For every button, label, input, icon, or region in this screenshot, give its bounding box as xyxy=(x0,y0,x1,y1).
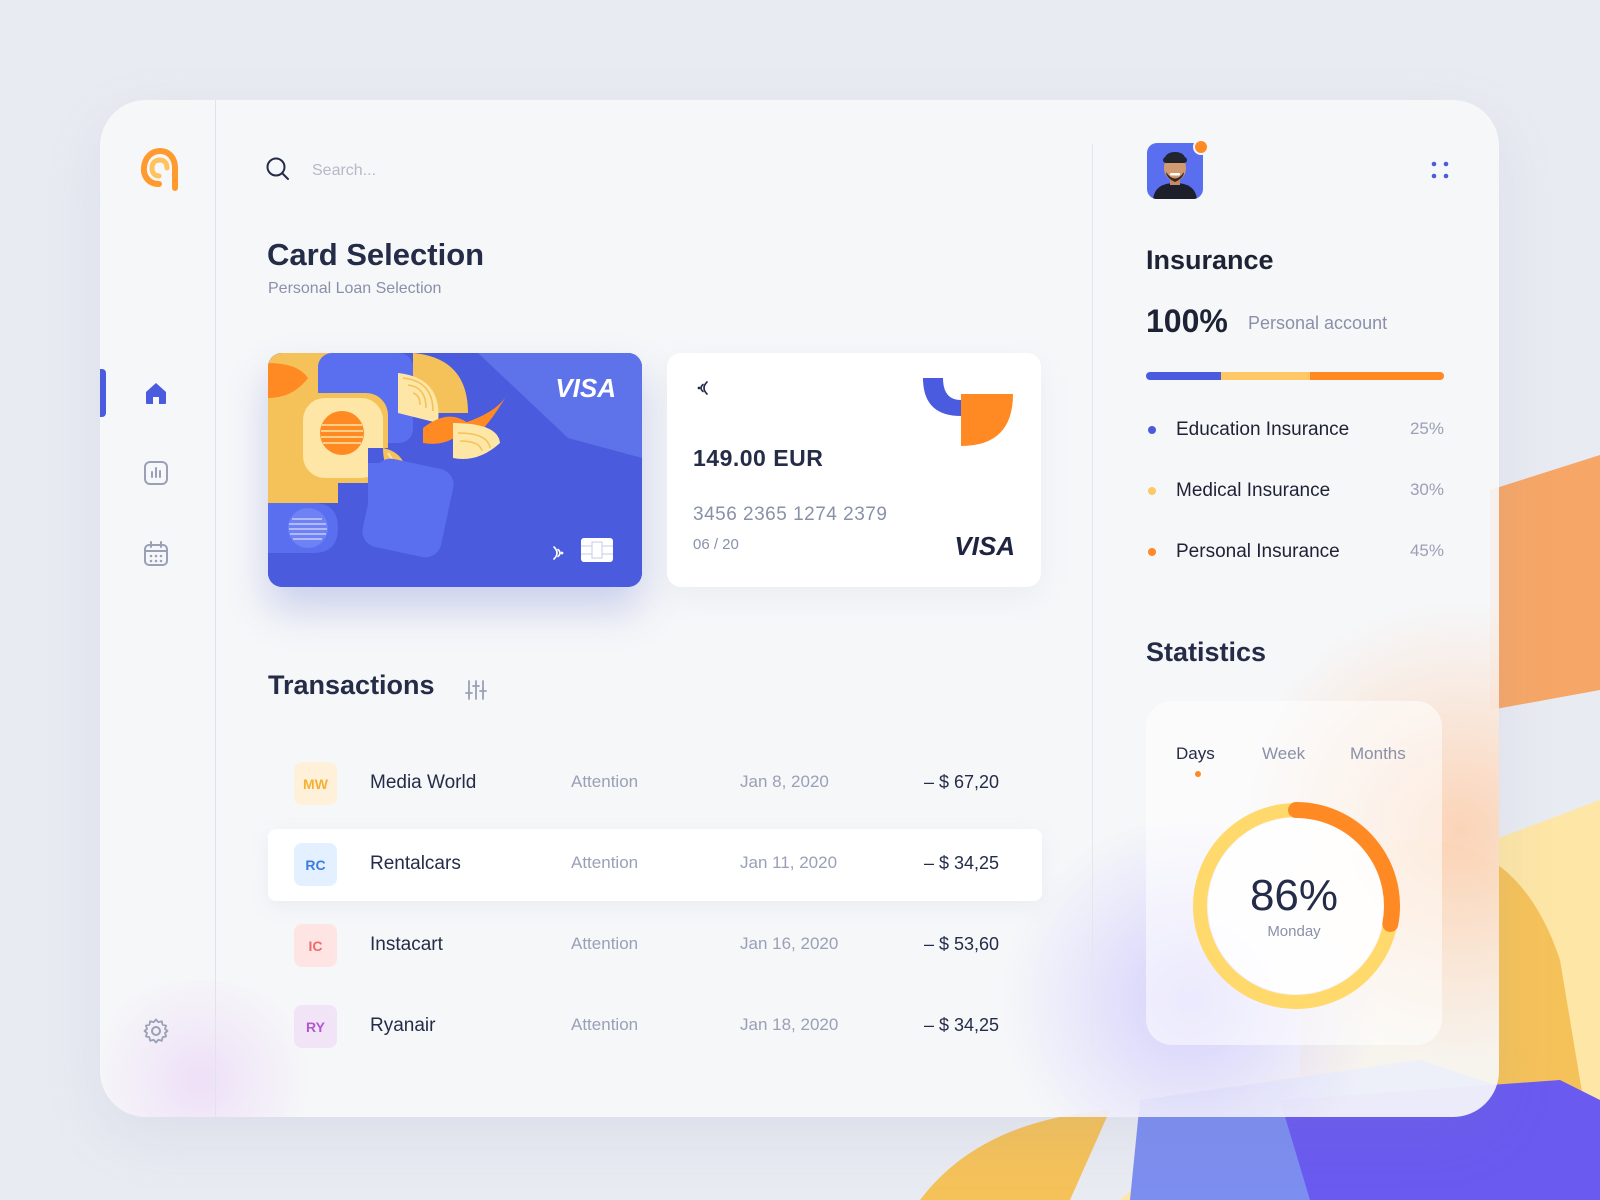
insurance-label: Medical Insurance xyxy=(1176,480,1331,501)
merchant-badge: RC xyxy=(294,843,337,886)
progress-segment xyxy=(1220,372,1310,380)
contactless-icon xyxy=(697,381,708,395)
transactions-title: Transactions xyxy=(268,670,435,700)
tab-days[interactable]: Days xyxy=(1176,744,1215,764)
insurance-value: 25% xyxy=(1409,419,1444,438)
merchant-badge: RY xyxy=(294,1005,337,1048)
legend-dot xyxy=(1148,487,1156,495)
insurance-progress-bar xyxy=(1146,372,1444,380)
insurance-title: Insurance xyxy=(1146,245,1274,275)
merchant-badge: MW xyxy=(294,762,337,805)
page-subtitle: Personal Loan Selection xyxy=(268,280,442,297)
transaction-row[interactable]: IC Instacart Attention Jan 16, 2020 – $ 53,6… xyxy=(268,910,1042,982)
legend-dot xyxy=(1148,548,1156,556)
tab-months[interactable]: Months xyxy=(1350,744,1406,764)
insurance-value: 30% xyxy=(1409,480,1444,499)
statistics-card: Days Week Months 86% Monday xyxy=(1146,701,1442,1045)
insurance-item[interactable]: Personal Insurance 45% xyxy=(1146,538,1444,568)
card-logo-mark xyxy=(923,378,1013,446)
insurance-label: Education Insurance xyxy=(1176,419,1350,440)
active-tab-indicator xyxy=(1195,771,1201,777)
search-icon[interactable] xyxy=(265,156,291,182)
statistics-title: Statistics xyxy=(1146,637,1267,667)
transaction-status: Attention xyxy=(571,772,639,791)
transaction-status: Attention xyxy=(571,853,639,872)
progress-segment xyxy=(1309,372,1444,380)
transaction-date: Jan 18, 2020 xyxy=(740,1015,839,1034)
sidebar-divider xyxy=(215,100,216,1117)
merchant-name: Media World xyxy=(370,772,477,793)
gear-icon[interactable] xyxy=(142,1017,170,1045)
transaction-date: Jan 16, 2020 xyxy=(740,934,839,953)
dots-grid-icon[interactable] xyxy=(1428,158,1452,182)
transaction-amount: – $ 53,60 xyxy=(924,934,1000,954)
statistics-day: Monday xyxy=(1267,923,1321,940)
transaction-row[interactable]: MW Media World Attention Jan 8, 2020 – $ 67,… xyxy=(268,748,1042,820)
insurance-label: Personal Insurance xyxy=(1176,541,1340,562)
page-title: Card Selection xyxy=(267,237,485,272)
card-brand: VISA xyxy=(954,531,1015,561)
bar-chart-icon[interactable] xyxy=(142,459,170,487)
legend-dot xyxy=(1148,426,1156,434)
statistics-percent: 86% xyxy=(1249,871,1339,920)
transaction-date: Jan 11, 2020 xyxy=(740,853,838,872)
merchant-name: Instacart xyxy=(370,934,443,955)
insurance-item[interactable]: Medical Insurance 30% xyxy=(1146,477,1444,507)
active-nav-indicator xyxy=(100,369,106,417)
card-brand: VISA xyxy=(555,373,616,403)
merchant-name: Ryanair xyxy=(370,1015,436,1036)
insurance-account: Personal account xyxy=(1248,313,1388,333)
card-expiry: 06 / 20 xyxy=(693,536,739,553)
insurance-item[interactable]: Education Insurance 25% xyxy=(1146,416,1444,446)
merchant-badge: IC xyxy=(294,924,337,967)
progress-segment xyxy=(1146,372,1221,380)
transaction-row[interactable]: RY Ryanair Attention Jan 18, 2020 – $ 34,25 xyxy=(268,991,1042,1063)
tab-week[interactable]: Week xyxy=(1262,744,1305,764)
brand-logo[interactable] xyxy=(138,144,180,192)
chip-icon xyxy=(581,538,613,562)
transaction-amount: – $ 34,25 xyxy=(924,853,1000,873)
transaction-date: Jan 8, 2020 xyxy=(740,772,829,791)
card-number: 3456 2365 1274 2379 xyxy=(693,504,888,525)
transaction-status: Attention xyxy=(571,1015,639,1034)
calendar-icon[interactable] xyxy=(142,540,170,568)
sliders-icon[interactable] xyxy=(464,678,488,702)
transaction-row[interactable]: RC Rentalcars Attention Jan 11, 2020 – $ 34,… xyxy=(268,829,1042,901)
column-divider xyxy=(1092,144,1093,1044)
transaction-status: Attention xyxy=(571,934,639,953)
notification-badge xyxy=(1193,139,1209,155)
search-input[interactable] xyxy=(310,155,634,187)
merchant-name: Rentalcars xyxy=(370,853,461,874)
transaction-amount: – $ 67,20 xyxy=(924,772,1000,792)
transaction-amount: – $ 34,25 xyxy=(924,1015,1000,1035)
card-balance: 149.00 EUR xyxy=(693,445,824,471)
contactless-icon xyxy=(553,546,564,560)
insurance-percent: 100% xyxy=(1146,303,1228,339)
home-icon[interactable] xyxy=(142,379,170,407)
credit-card-secondary[interactable]: 149.00 EUR 3456 2365 1274 2379 06 / 20 V… xyxy=(667,353,1041,587)
credit-card-primary[interactable]: VISA xyxy=(268,353,642,587)
insurance-value: 45% xyxy=(1409,541,1444,560)
dashboard-panel: Card Selection Personal Loan Selection xyxy=(100,100,1499,1117)
